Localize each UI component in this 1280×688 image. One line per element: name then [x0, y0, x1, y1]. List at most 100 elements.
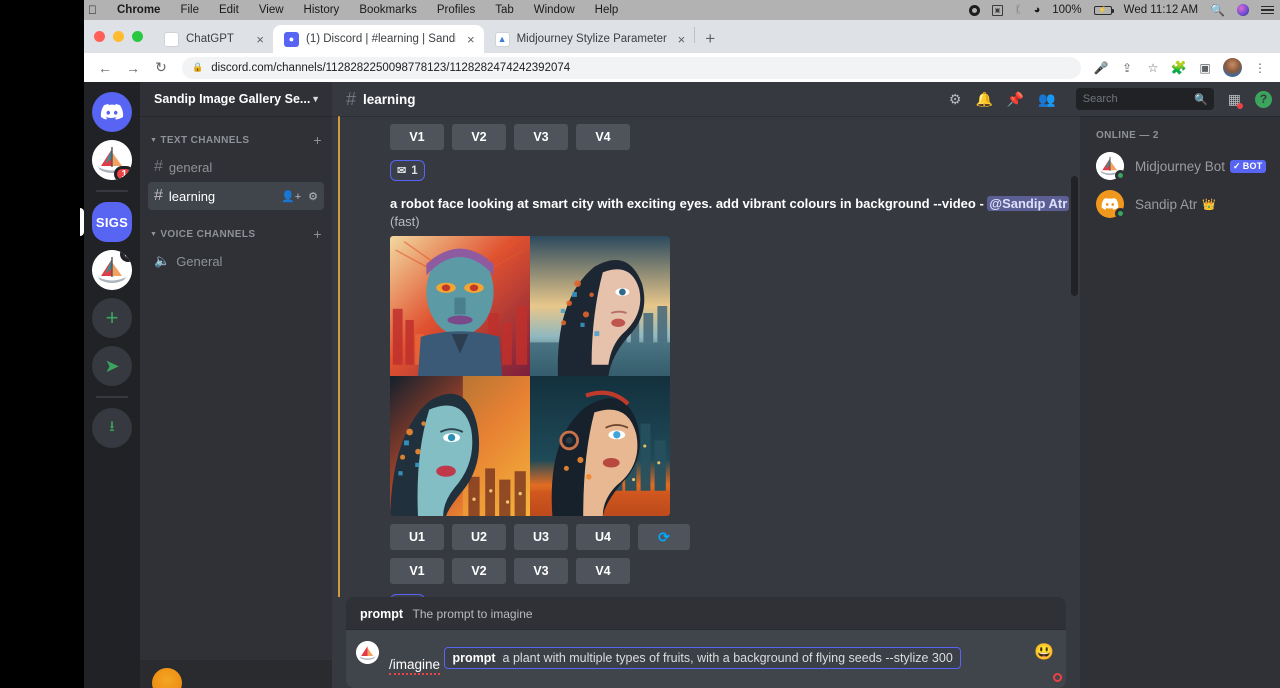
address-bar[interactable]: 🔒 discord.com/channels/11282822500987781…: [182, 57, 1081, 79]
side-panel-icon[interactable]: ▣: [1193, 56, 1217, 80]
menu-history[interactable]: History: [294, 4, 350, 16]
message-input[interactable]: /imagine prompta plant with multiple typ…: [389, 640, 1024, 675]
tab-discord[interactable]: ● (1) Discord | #learning | Sandip ×: [273, 25, 484, 53]
generated-image-1[interactable]: [390, 236, 530, 376]
menu-chrome[interactable]: Chrome: [107, 4, 170, 16]
share-icon[interactable]: ⇪: [1115, 56, 1139, 80]
back-button[interactable]: ←: [92, 55, 118, 81]
close-window-button[interactable]: [94, 31, 105, 42]
invite-member-icon[interactable]: 👤+: [281, 190, 301, 203]
notification-bell-icon[interactable]: 🔔: [975, 91, 992, 108]
avatar[interactable]: [152, 668, 182, 688]
emoji-smiley-icon[interactable]: 😃: [1034, 642, 1054, 662]
tab-chatgpt[interactable]: ◐ ChatGPT ×: [153, 25, 273, 53]
control-center-icon[interactable]: [1255, 6, 1280, 14]
bluetooth-icon[interactable]: ᛕ: [1009, 4, 1028, 16]
variation-button-v3[interactable]: V3: [514, 124, 568, 150]
variation-button-v4[interactable]: V4: [576, 558, 630, 584]
user-panel[interactable]: [140, 660, 332, 688]
variation-button-v3[interactable]: V3: [514, 558, 568, 584]
sidebar-item-server-sailboat-2[interactable]: ⛶: [92, 250, 132, 290]
guild-header[interactable]: Sandip Image Gallery Se... ▼: [140, 82, 332, 116]
extensions-puzzle-icon[interactable]: 🧩: [1167, 56, 1191, 80]
user-mention[interactable]: @Sandip Atr: [987, 196, 1069, 211]
battery-icon[interactable]: ⚡: [1088, 6, 1118, 15]
maximize-window-button[interactable]: [132, 31, 143, 42]
generated-image-4[interactable]: [530, 376, 670, 516]
upscale-button-u4[interactable]: U4: [576, 524, 630, 550]
inbox-icon[interactable]: ▦: [1228, 91, 1241, 108]
microphone-icon[interactable]: 🎤: [1089, 56, 1113, 80]
message-input-row[interactable]: /imagine prompta plant with multiple typ…: [346, 630, 1066, 688]
category-text-channels[interactable]: ▼ TEXT CHANNELS +: [140, 130, 332, 150]
search-input[interactable]: Search 🔍: [1076, 88, 1214, 110]
bookmark-star-icon[interactable]: ☆: [1141, 56, 1165, 80]
menu-file[interactable]: File: [170, 4, 209, 16]
command-argument[interactable]: prompta plant with multiple types of fru…: [444, 647, 960, 669]
screen-mirror-icon[interactable]: ▣: [986, 5, 1009, 16]
reaction-envelope-top[interactable]: ✉ 1: [390, 160, 425, 181]
reroll-button[interactable]: ⟳: [638, 524, 690, 550]
generated-image-3[interactable]: [390, 376, 530, 516]
help-icon[interactable]: ?: [1255, 91, 1272, 108]
reload-button[interactable]: ↻: [148, 55, 174, 81]
profile-avatar[interactable]: [1223, 58, 1242, 77]
pinned-messages-icon[interactable]: 📌: [1007, 91, 1024, 108]
sidebar-item-discord-home[interactable]: [92, 92, 132, 132]
spotlight-search-icon[interactable]: 🔍: [1204, 3, 1231, 17]
list-item[interactable]: Sandip Atr 👑: [1080, 185, 1280, 223]
menu-view[interactable]: View: [249, 4, 294, 16]
category-voice-channels[interactable]: ▼ VOICE CHANNELS +: [140, 224, 332, 244]
window-traffic-lights[interactable]: [92, 20, 153, 53]
menu-bookmarks[interactable]: Bookmarks: [349, 4, 427, 16]
wifi-icon[interactable]: ◕: [1028, 4, 1047, 16]
menu-profiles[interactable]: Profiles: [427, 4, 485, 16]
add-channel-icon[interactable]: +: [313, 226, 322, 242]
sidebar-item-server-sailboat-1[interactable]: 1: [92, 140, 132, 180]
forward-button[interactable]: →: [120, 55, 146, 81]
sidebar-item-learning[interactable]: # learning 👤+ ⚙: [148, 182, 324, 210]
close-icon[interactable]: ×: [467, 32, 475, 47]
composer-area: prompt The prompt to imagine: [332, 597, 1080, 688]
member-list-icon[interactable]: 👥: [1038, 91, 1055, 108]
menu-tab[interactable]: Tab: [485, 4, 524, 16]
scrollbar-thumb-top[interactable]: [1071, 176, 1078, 296]
list-item[interactable]: Midjourney Bot ✓BOT: [1080, 147, 1280, 185]
menu-edit[interactable]: Edit: [209, 4, 249, 16]
menu-help[interactable]: Help: [585, 4, 629, 16]
sidebar-item-add-server[interactable]: +: [92, 298, 132, 338]
siri-icon[interactable]: [1231, 4, 1255, 16]
upscale-button-u2[interactable]: U2: [452, 524, 506, 550]
record-icon[interactable]: [963, 5, 986, 16]
generated-image-grid[interactable]: [390, 236, 670, 516]
sidebar-item-explore-servers[interactable]: ➤: [92, 346, 132, 386]
apple-menu-icon[interactable]: : [84, 3, 107, 17]
tab-midjourney[interactable]: ▲ Midjourney Stylize Parameter ×: [484, 25, 695, 53]
sidebar-item-download-apps[interactable]: ⭳: [92, 408, 132, 448]
sidebar-item-voice-general[interactable]: 🔈 General: [148, 247, 324, 275]
sidebar-item-server-sigs[interactable]: SIGS: [92, 202, 132, 242]
menu-window[interactable]: Window: [524, 4, 585, 16]
generated-image-2[interactable]: [530, 236, 670, 376]
variation-button-v1[interactable]: V1: [390, 124, 444, 150]
envelope-icon: ✉: [397, 164, 406, 177]
variation-button-v2[interactable]: V2: [452, 124, 506, 150]
close-icon[interactable]: ×: [256, 32, 264, 47]
add-channel-icon[interactable]: +: [313, 132, 322, 148]
channel-settings-icon[interactable]: ⚙: [308, 190, 318, 203]
variation-button-v4[interactable]: V4: [576, 124, 630, 150]
minimize-window-button[interactable]: [113, 31, 124, 42]
upscale-button-u3[interactable]: U3: [514, 524, 568, 550]
upscale-button-u1[interactable]: U1: [390, 524, 444, 550]
variation-button-v2[interactable]: V2: [452, 558, 506, 584]
close-icon[interactable]: ×: [678, 32, 686, 47]
menu-clock: Wed 11:12 AM: [1118, 4, 1204, 16]
command-hint: prompt The prompt to imagine: [346, 597, 1066, 630]
sidebar-item-general[interactable]: # general: [148, 153, 324, 181]
variation-button-v1[interactable]: V1: [390, 558, 444, 584]
server-initials: SIGS: [96, 215, 128, 230]
new-tab-button[interactable]: +: [695, 29, 725, 53]
three-dot-menu-icon[interactable]: ⋮: [1248, 56, 1272, 80]
threads-icon[interactable]: ⚙: [949, 91, 962, 108]
chevron-down-icon[interactable]: ▼: [311, 94, 320, 104]
